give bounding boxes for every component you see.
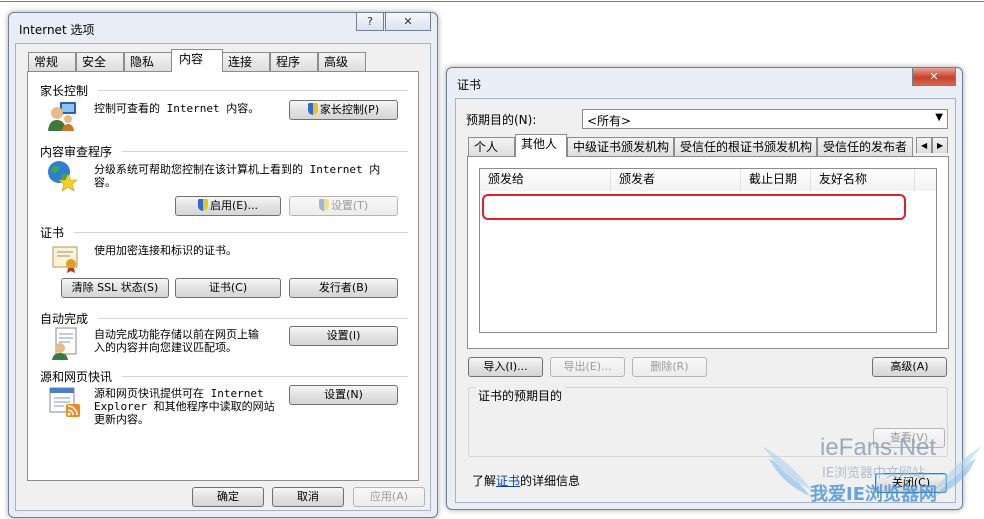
tab-trusted-publishers[interactable]: 受信任的发布者 (817, 137, 913, 157)
parental-controls-label: 家长控制(P) (319, 103, 380, 116)
divider (122, 151, 408, 152)
remove-button[interactable]: 删除(R) (632, 357, 707, 377)
clear-ssl-button[interactable]: 清除 SSL 状态(S) (61, 278, 169, 298)
learn-suffix: 的详细信息 (520, 474, 581, 488)
content-tab-panel: 家长控制 控制可查看的 Internet 内容。 家长控制(P) 内容审查程序 (27, 71, 419, 481)
other-people-panel: 颁发给 颁发者 截止日期 友好名称 (467, 156, 949, 349)
tab-other-people[interactable]: 其他人 (515, 134, 567, 157)
tab-scroll-left-icon[interactable]: ◀ (916, 137, 932, 153)
divider (98, 318, 408, 319)
learn-prefix: 了解 (472, 474, 497, 488)
enable-button-label: 启用(E)... (209, 199, 259, 212)
tab-general[interactable]: 常规 (28, 52, 76, 72)
feeds-desc-line1: 源和网页快讯提供可在 Internet (94, 387, 264, 400)
column-friendly-name[interactable]: 友好名称 (811, 169, 915, 191)
cancel-button[interactable]: 取消 (272, 487, 344, 507)
advisor-desc-line1: 分级系统可帮助您控制在该计算机上看到的 Internet 内 (94, 163, 381, 176)
certificates-link[interactable]: 证书 (496, 474, 520, 488)
advanced-button[interactable]: 高级(A) (872, 357, 947, 377)
column-issued-by[interactable]: 颁发者 (611, 169, 741, 191)
tab-connections[interactable]: 连接 (222, 52, 270, 72)
autocomplete-desc-line2: 入的内容并向您建议匹配项。 (94, 341, 237, 354)
tab-intermediate-ca[interactable]: 中级证书颁发机构 (567, 137, 674, 157)
purposes-group: 证书的预期目的 查看(V) (468, 387, 948, 457)
divider (74, 232, 408, 233)
advisor-desc-line2: 容。 (94, 176, 116, 189)
dialog-body: 预期目的(N): <所有> ▼ 个人 其他人 中级证书颁发机构 受信任的根证书颁… (455, 98, 956, 503)
feeds-desc-line2: Explorer 和其他程序中读取的网站 (94, 400, 275, 413)
certificates-window: 证书 ✕ 预期目的(N): <所有> ▼ 个人 其他人 中级证书颁发机构 受信任… (446, 67, 963, 510)
purpose-label: 预期目的(N): (466, 113, 537, 127)
purpose-value: <所有> (587, 114, 632, 128)
divider (98, 90, 408, 91)
learn-more-text: 了解证书的详细信息 (472, 472, 580, 489)
advisor-settings-button[interactable]: 设置(T) (289, 196, 398, 216)
tab-advanced[interactable]: 高级 (318, 52, 366, 72)
tab-programs[interactable]: 程序 (270, 52, 318, 72)
view-button[interactable]: 查看(V) (873, 428, 945, 448)
parental-users-icon (46, 100, 78, 132)
divider (122, 376, 408, 377)
column-issued-to[interactable]: 颁发给 (480, 169, 611, 191)
export-button[interactable]: 导出(E)... (550, 357, 625, 377)
parental-heading: 家长控制 (40, 84, 89, 98)
import-button[interactable]: 导入(I)... (468, 357, 543, 377)
feeds-icon (48, 386, 82, 418)
autocomplete-desc-line1: 自动完成功能存储以前在网页上输 (94, 328, 259, 341)
tab-personal[interactable]: 个人 (468, 137, 515, 157)
empty-list-highlight (482, 194, 906, 220)
autocomplete-settings-button[interactable]: 设置(I) (289, 326, 398, 346)
ok-button[interactable]: 确定 (192, 487, 264, 507)
feeds-heading: 源和网页快讯 (40, 370, 113, 384)
purpose-select[interactable]: <所有> ▼ (582, 109, 948, 129)
certificates-close-button[interactable]: 关闭(C) (875, 473, 947, 493)
tab-content[interactable]: 内容 (171, 49, 223, 72)
enable-button[interactable]: 启用(E)... (175, 196, 281, 216)
help-button[interactable]: ? (356, 13, 384, 31)
parental-controls-button[interactable]: 家长控制(P) (289, 100, 398, 120)
window-title: 证书 (457, 78, 482, 92)
certificate-list[interactable]: 颁发给 颁发者 截止日期 友好名称 (479, 168, 937, 333)
certs-desc: 使用加密连接和标识的证书。 (94, 244, 237, 257)
publishers-button[interactable]: 发行者(B) (289, 278, 398, 298)
internet-options-window: Internet 选项 ? ✕ 常规 安全 隐私 内容 连接 程序 高级 家长控… (8, 12, 438, 518)
feeds-desc-line3: 更新内容。 (94, 413, 149, 426)
globe-star-icon (46, 160, 78, 192)
certificates-button[interactable]: 证书(C) (175, 278, 281, 298)
advisor-settings-label: 设置(T) (330, 199, 369, 212)
dialog-body: 常规 安全 隐私 内容 连接 程序 高级 家长控制 控制可查看的 Interne… (15, 43, 431, 511)
tab-security[interactable]: 安全 (76, 52, 124, 72)
close-button[interactable]: ✕ (385, 13, 431, 31)
feeds-settings-button[interactable]: 设置(N) (289, 385, 398, 405)
close-button[interactable]: ✕ (912, 68, 956, 86)
autocomplete-heading: 自动完成 (40, 312, 89, 326)
advisor-heading: 内容审查程序 (40, 145, 113, 159)
chevron-down-icon: ▼ (935, 112, 943, 123)
tab-trusted-root-ca[interactable]: 受信任的根证书颁发机构 (674, 137, 817, 157)
certificate-icon (50, 244, 80, 274)
shield-icon (197, 199, 208, 211)
column-filler (915, 169, 936, 191)
tab-scroll-right-icon[interactable]: ▶ (932, 137, 948, 153)
autocomplete-icon (50, 326, 80, 360)
tab-privacy[interactable]: 隐私 (124, 52, 172, 72)
window-title: Internet 选项 (19, 23, 95, 37)
shield-icon (307, 103, 318, 115)
parental-desc: 控制可查看的 Internet 内容。 (94, 102, 260, 115)
certs-heading: 证书 (40, 226, 65, 240)
column-expiration[interactable]: 截止日期 (741, 169, 811, 191)
apply-button[interactable]: 应用(A) (353, 487, 425, 507)
top-border-line (0, 1, 984, 2)
purposes-heading: 证书的预期目的 (475, 387, 566, 404)
shield-icon (318, 199, 329, 211)
